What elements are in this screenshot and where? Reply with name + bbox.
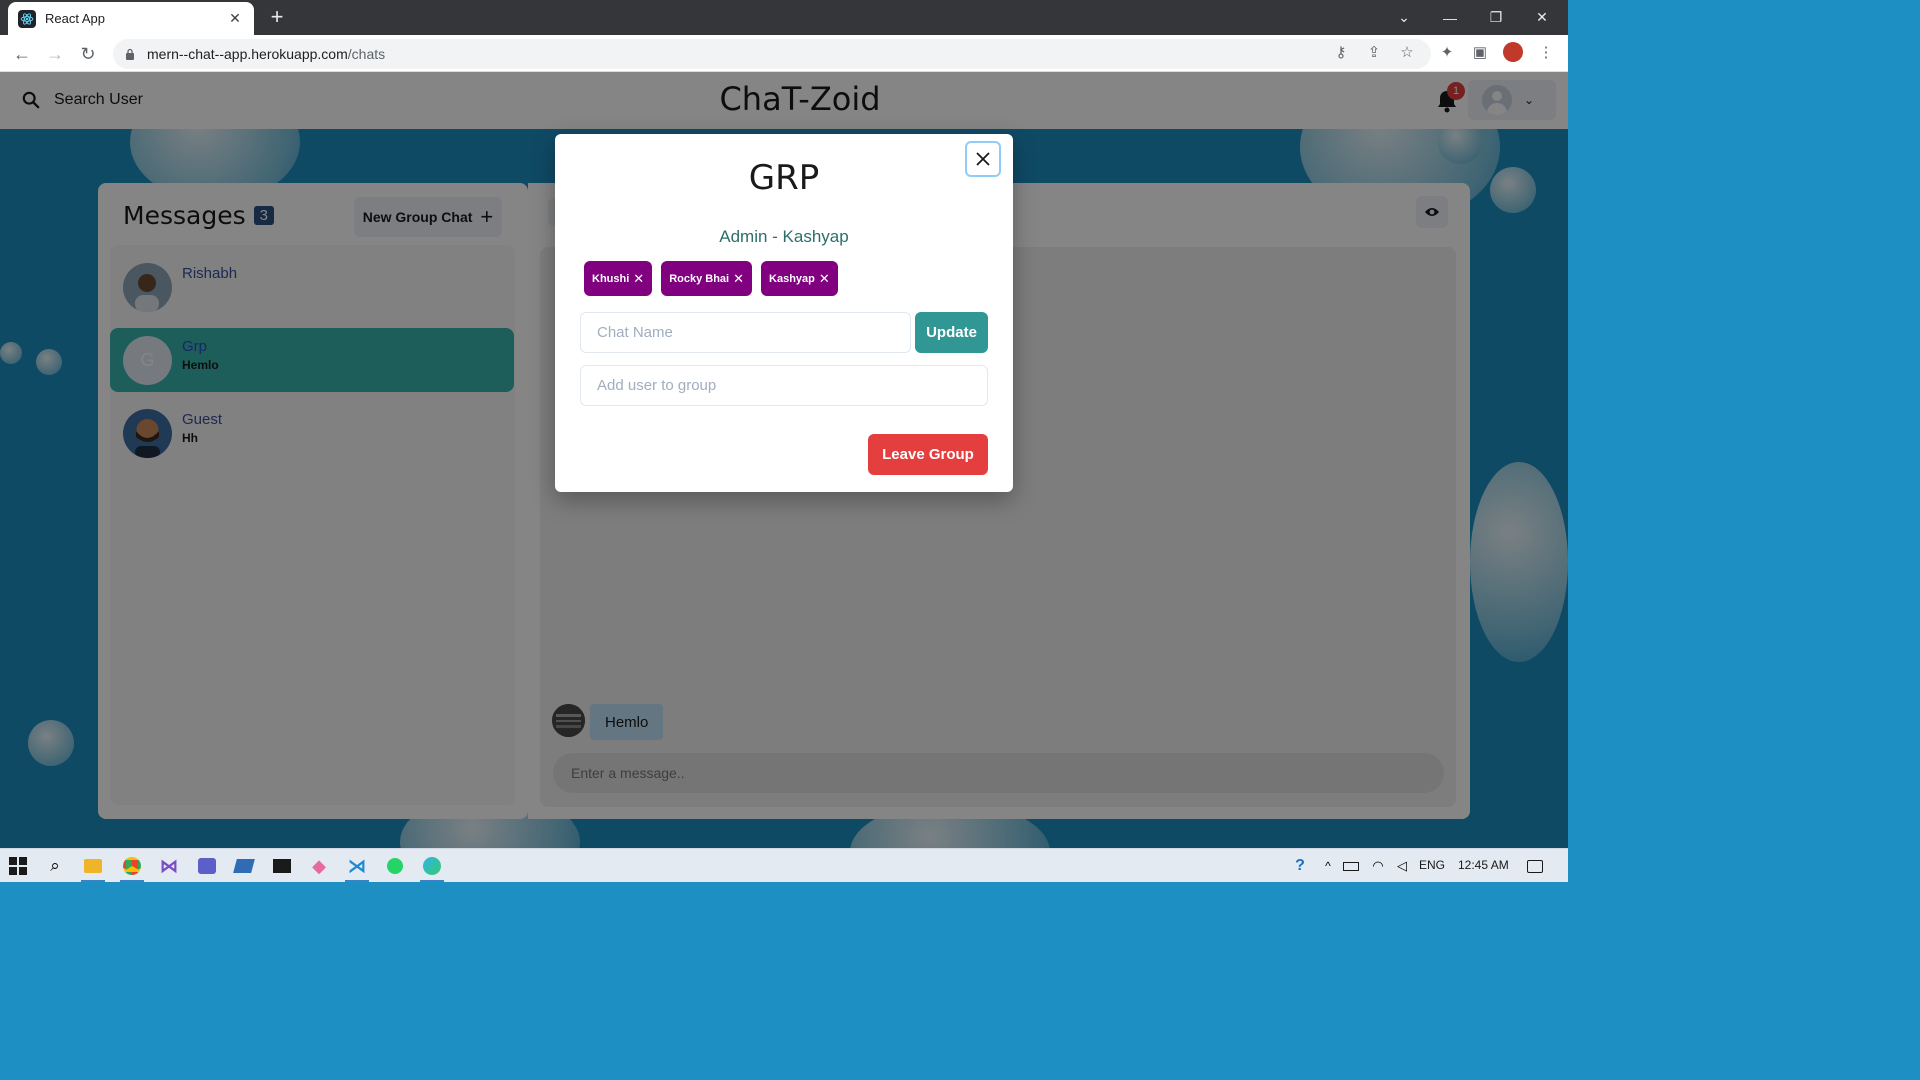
extensions-icon[interactable]: ✦ <box>1436 41 1458 63</box>
chrome-icon[interactable] <box>120 854 144 878</box>
lock-icon <box>126 48 134 60</box>
address-bar[interactable]: mern--chat--app.herokuapp.com/chats <box>113 39 1431 69</box>
show-hidden-icons-icon[interactable]: ^ <box>1316 854 1340 878</box>
active-app-indicator <box>81 880 105 882</box>
browser-tab-strip: React App ✕ + ⌄ — ❐ ✕ <box>0 0 1568 35</box>
tab-close-icon[interactable]: ✕ <box>226 10 244 27</box>
reload-icon[interactable]: ↻ <box>75 41 101 67</box>
update-button[interactable]: Update <box>915 312 988 353</box>
chat-name-input[interactable]: Chat Name <box>580 312 911 353</box>
windows-start-icon[interactable] <box>6 854 30 878</box>
member-tag-label: Rocky Bhai <box>669 272 730 285</box>
browser-tab[interactable]: React App ✕ <box>8 2 254 35</box>
help-icon[interactable]: ? <box>1288 854 1312 878</box>
modal-close-button[interactable] <box>965 141 1001 177</box>
powershell-icon[interactable] <box>232 854 256 878</box>
member-tag-khushi[interactable]: Khushi ✕ <box>584 261 653 296</box>
active-app-indicator <box>120 880 144 882</box>
whatsapp-icon[interactable] <box>383 854 407 878</box>
react-favicon-icon <box>18 9 36 28</box>
remove-member-icon[interactable]: ✕ <box>733 271 744 287</box>
taskbar-search-icon[interactable]: ⌕ <box>43 854 67 878</box>
close-icon <box>976 152 990 166</box>
remove-member-icon[interactable]: ✕ <box>819 271 830 287</box>
admin-label: Admin - Kashyap <box>719 227 849 246</box>
volume-icon[interactable]: ◁ <box>1390 854 1414 878</box>
share-icon[interactable]: ⇪ <box>1363 41 1385 63</box>
leave-group-button[interactable]: Leave Group <box>868 434 988 475</box>
update-group-modal: GRP Admin - Kashyap Khushi ✕ Rocky Bhai … <box>555 134 1013 492</box>
language-indicator[interactable]: ENG <box>1419 858 1445 872</box>
member-tag-label: Kashyap <box>769 272 815 285</box>
app-page: Search User ChaT-Zoid 1 ⌄ Messages 3 New… <box>0 72 1568 848</box>
active-app-indicator <box>420 880 444 882</box>
new-tab-button[interactable]: + <box>264 4 290 30</box>
file-explorer-icon[interactable] <box>81 854 105 878</box>
member-tags: Khushi ✕ Rocky Bhai ✕ Kashyap ✕ <box>584 261 838 296</box>
add-user-input[interactable]: Add user to group <box>580 365 988 406</box>
key-icon[interactable]: ⚷ <box>1330 41 1352 63</box>
teams-icon[interactable] <box>195 854 219 878</box>
tab-search-icon[interactable]: ⌄ <box>1381 0 1427 35</box>
member-tag-label: Khushi <box>592 272 630 285</box>
app-icon[interactable]: ◆ <box>307 854 331 878</box>
url-text: mern--chat--app.herokuapp.com/chats <box>147 46 386 62</box>
forward-icon[interactable]: → <box>42 41 68 67</box>
side-panel-icon[interactable]: ▣ <box>1469 41 1491 63</box>
browser-toolbar: ← → ↻ mern--chat--app.herokuapp.com/chat… <box>0 35 1568 72</box>
bookmark-star-icon[interactable]: ☆ <box>1396 41 1418 63</box>
member-tag-kashyap[interactable]: Kashyap ✕ <box>761 261 838 296</box>
wifi-icon[interactable]: ◠ <box>1366 854 1390 878</box>
terminal-icon[interactable] <box>270 854 294 878</box>
modal-title: GRP <box>748 158 820 198</box>
clock[interactable]: 12:45 AM <box>1458 858 1509 872</box>
os-taskbar: ⌕ ⋈ ◆ ⋊ ? ^ ◠ ◁ ENG 12:45 AM <box>0 848 1568 882</box>
member-tag-rocky-bhai[interactable]: Rocky Bhai ✕ <box>661 261 753 296</box>
battery-icon[interactable] <box>1339 854 1363 878</box>
browser-menu-icon[interactable]: ⋮ <box>1535 41 1557 63</box>
restore-icon[interactable]: ❐ <box>1473 0 1519 35</box>
notification-center-icon[interactable] <box>1523 854 1547 878</box>
back-icon[interactable]: ← <box>9 41 35 67</box>
visual-studio-icon[interactable]: ⋈ <box>157 854 181 878</box>
window-close-icon[interactable]: ✕ <box>1519 0 1565 35</box>
minimize-icon[interactable]: — <box>1427 0 1473 35</box>
edge-icon[interactable] <box>420 854 444 878</box>
tab-title: React App <box>45 11 105 26</box>
browser-profile-avatar[interactable] <box>1502 41 1524 63</box>
vscode-icon[interactable]: ⋊ <box>345 854 369 878</box>
remove-member-icon[interactable]: ✕ <box>633 271 644 287</box>
active-app-indicator <box>345 880 369 882</box>
